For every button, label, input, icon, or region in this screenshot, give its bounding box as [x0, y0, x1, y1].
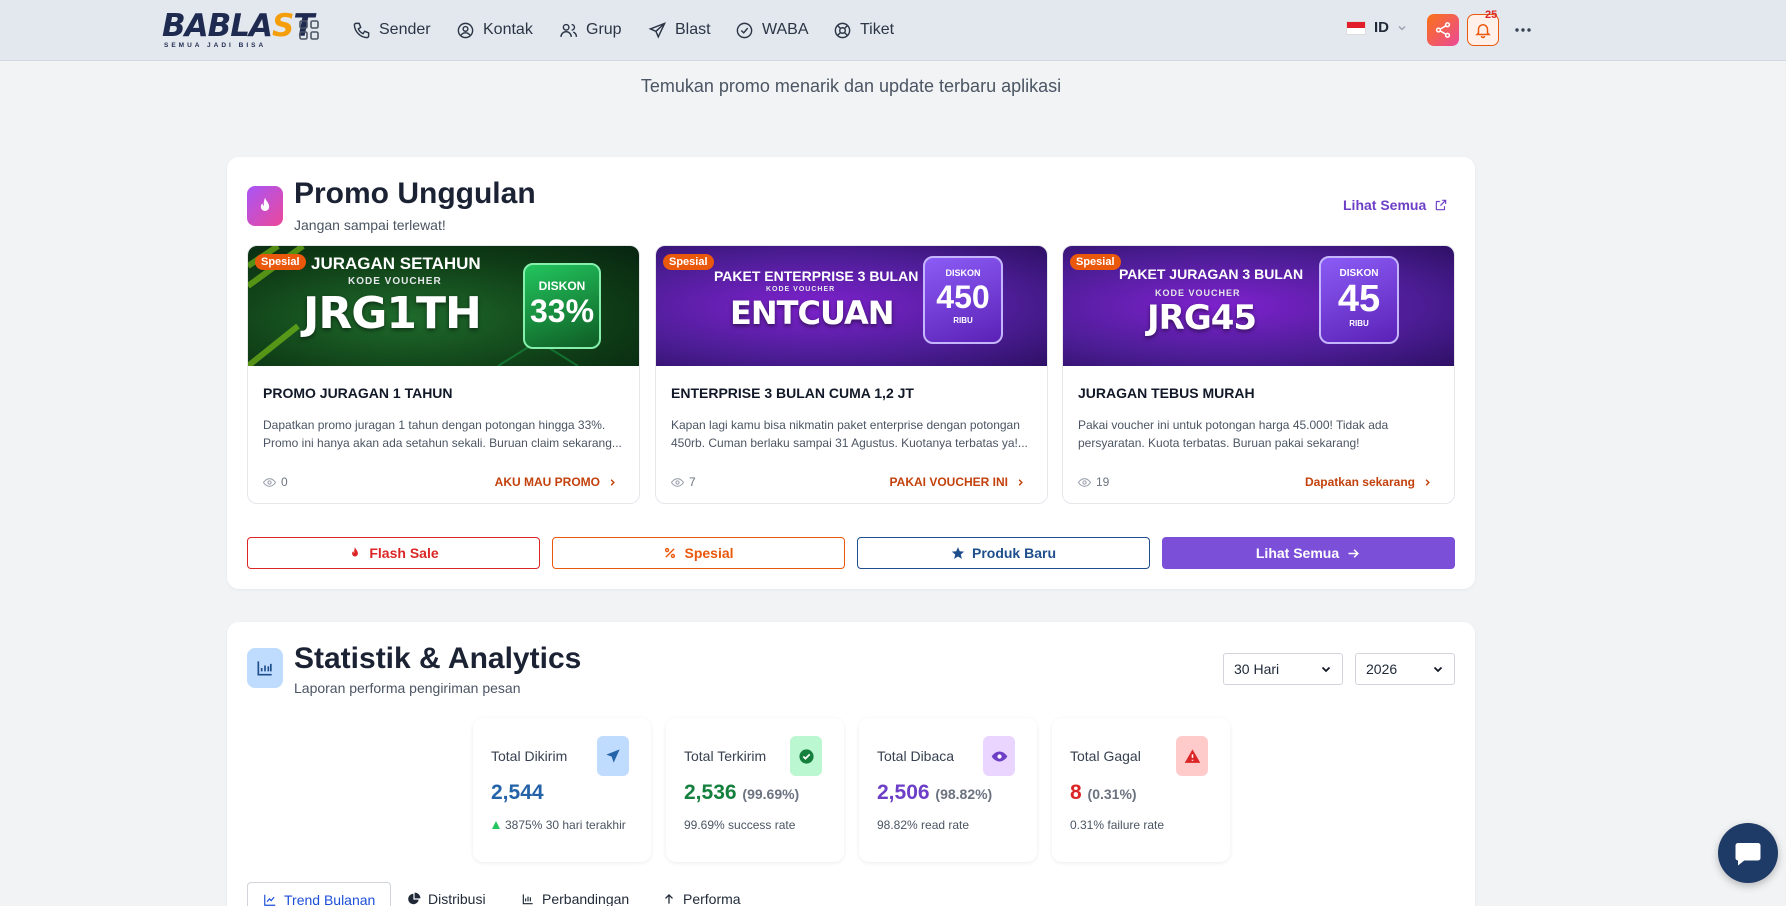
- bell-icon: [1475, 24, 1491, 39]
- external-link-icon: [1436, 199, 1447, 211]
- eye-icon: [1078, 477, 1091, 487]
- more-options-icon[interactable]: [1514, 21, 1532, 39]
- year-select[interactable]: 2026: [1355, 653, 1455, 685]
- arrow-up-icon: [665, 894, 673, 904]
- promo-item-title: PROMO JURAGAN 1 TAHUN: [263, 385, 453, 401]
- nav-item-blast[interactable]: Blast: [648, 17, 711, 43]
- promo-item-desc: Dapatkan promo juragan 1 tahun dengan po…: [263, 418, 622, 450]
- bar-chart-icon: [247, 648, 283, 688]
- chat-button[interactable]: [1718, 823, 1778, 883]
- chevron-down-icon: [1398, 25, 1406, 31]
- promo-banner: Spesial JURAGAN SETAHUN KODE VOUCHER JRG…: [248, 246, 639, 366]
- view-count: 0: [263, 475, 288, 489]
- discount-box: DISKON 45 RIBU: [1319, 256, 1399, 344]
- voucher-code: JRG1TH: [303, 288, 482, 339]
- spesial-badge: Spesial: [1070, 254, 1121, 270]
- promo-item-title: ENTERPRISE 3 BULAN CUMA 1,2 JT: [671, 385, 914, 401]
- promo-title: Promo Unggulan: [294, 177, 536, 210]
- nav-item-waba[interactable]: WABA: [735, 17, 809, 43]
- discount-box: DISKON 450 RIBU: [923, 256, 1003, 344]
- voucher-code: ENTCUAN: [730, 294, 894, 332]
- stats-subtitle: Laporan performa pengiriman pesan: [294, 680, 521, 696]
- lihat-semua-button[interactable]: Lihat Semua: [1162, 537, 1455, 569]
- promo-subtitle: Jangan sampai terlewat!: [294, 217, 446, 233]
- chevron-down-icon: [1321, 666, 1331, 673]
- stats-section: Statistik & Analytics Laporan performa p…: [227, 622, 1475, 906]
- share-icon: [1435, 22, 1451, 38]
- promo-cta-link[interactable]: PAKAI VOUCHER INI: [890, 475, 1025, 489]
- phone-icon: [353, 22, 370, 38]
- view-count: 19: [1078, 475, 1109, 489]
- nav-item-grup[interactable]: Grup: [559, 17, 622, 43]
- send-icon: [648, 21, 667, 39]
- stats-title: Statistik & Analytics: [294, 642, 582, 675]
- send-icon: [597, 736, 629, 776]
- stat-card-total-dikirim: Total Dikirim 2,544 3875% 30 hari terakh…: [473, 718, 651, 862]
- promo-card-enterprise-3-bulan[interactable]: Spesial PAKET ENTERPRISE 3 BULAN KODE VO…: [655, 245, 1048, 504]
- stat-card-total-terkirim: Total Terkirim 2,536 (99.69%) 99.69% suc…: [666, 718, 844, 862]
- top-navbar: BABLAST SEMUA JADI BISA Sender Kontak Gr…: [0, 0, 1786, 61]
- spesial-button[interactable]: Spesial: [552, 537, 845, 569]
- pie-chart-icon: [408, 892, 421, 905]
- chevron-right-icon: [1018, 478, 1023, 486]
- warning-icon: [1176, 736, 1208, 776]
- tab-performa[interactable]: Performa: [647, 882, 756, 906]
- indonesia-flag-icon: [1346, 20, 1366, 35]
- fire-icon: [247, 186, 283, 226]
- spesial-badge: Spesial: [663, 254, 714, 270]
- nav-item-sender[interactable]: Sender: [352, 17, 431, 43]
- stat-card-total-dibaca: Total Dibaca 2,506 (98.82%) 98.82% read …: [859, 718, 1037, 862]
- bar-chart-icon: [522, 894, 533, 905]
- star-icon: [951, 547, 965, 559]
- stat-card-total-gagal: Total Gagal 8 (0.31%) 0.31% failure rate: [1052, 718, 1230, 862]
- logo-tagline: SEMUA JADI BISA: [164, 42, 267, 49]
- tab-trend-bulanan[interactable]: Trend Bulanan: [247, 882, 392, 906]
- promo-card-juragan-tebus-murah[interactable]: Spesial PAKET JURAGAN 3 BULAN KODE VOUCH…: [1062, 245, 1455, 504]
- promo-banner: Spesial PAKET JURAGAN 3 BULAN KODE VOUCH…: [1063, 246, 1454, 366]
- eye-icon: [263, 477, 276, 487]
- check-circle-icon: [736, 22, 753, 38]
- trend-up-icon: [492, 821, 500, 829]
- promo-section: Promo Unggulan Jangan sampai terlewat! L…: [227, 157, 1475, 589]
- app-logo[interactable]: BABLAST SEMUA JADI BISA: [162, 10, 314, 52]
- promo-cta-link[interactable]: AKU MAU PROMO: [495, 475, 617, 489]
- produk-baru-button[interactable]: Produk Baru: [857, 537, 1150, 569]
- page-subtitle: Temukan promo menarik dan update terbaru…: [640, 76, 1062, 96]
- discount-box: DISKON 33%: [523, 263, 601, 349]
- view-count: 7: [671, 475, 696, 489]
- user-circle-icon: [457, 22, 474, 38]
- promo-see-all-link[interactable]: Lihat Semua: [1343, 197, 1448, 213]
- share-button[interactable]: [1427, 14, 1459, 46]
- apps-grid-icon[interactable]: [298, 19, 320, 41]
- chat-bubble-icon: [1735, 843, 1761, 866]
- percent-icon: [665, 547, 676, 559]
- chevron-right-icon: [610, 478, 615, 486]
- notification-count-badge: 25: [1485, 9, 1498, 21]
- promo-item-desc: Pakai voucher ini untuk potongan harga 4…: [1078, 418, 1389, 450]
- spesial-badge: Spesial: [255, 254, 306, 270]
- nav-item-tiket[interactable]: Tiket: [833, 17, 894, 43]
- lifebuoy-icon: [834, 22, 851, 38]
- users-icon: [560, 23, 578, 37]
- promo-cta-link[interactable]: Dapatkan sekarang: [1305, 475, 1432, 489]
- tab-perbandingan[interactable]: Perbandingan: [506, 882, 644, 906]
- promo-banner: Spesial PAKET ENTERPRISE 3 BULAN KODE VO…: [656, 246, 1047, 366]
- language-selector[interactable]: ID: [1346, 19, 1407, 36]
- voucher-code: JRG45: [1147, 298, 1257, 338]
- arrow-right-icon: [1348, 548, 1360, 558]
- eye-icon: [983, 736, 1015, 776]
- tab-distribusi[interactable]: Distribusi: [392, 882, 501, 906]
- promo-item-desc: Kapan lagi kamu bisa nikmatin paket ente…: [671, 418, 1028, 450]
- nav-item-kontak[interactable]: Kontak: [456, 17, 533, 43]
- chevron-down-icon: [1433, 666, 1443, 673]
- flash-sale-button[interactable]: Flash Sale: [247, 537, 540, 569]
- chevron-right-icon: [1425, 478, 1430, 486]
- promo-card-juragan-1-tahun[interactable]: Spesial JURAGAN SETAHUN KODE VOUCHER JRG…: [247, 245, 640, 504]
- fire-icon: [352, 547, 359, 557]
- promo-item-title: JURAGAN TEBUS MURAH: [1078, 385, 1255, 401]
- line-chart-icon: [264, 894, 276, 906]
- range-select[interactable]: 30 Hari: [1223, 653, 1343, 685]
- eye-icon: [671, 477, 684, 487]
- check-circle-icon: [790, 736, 822, 776]
